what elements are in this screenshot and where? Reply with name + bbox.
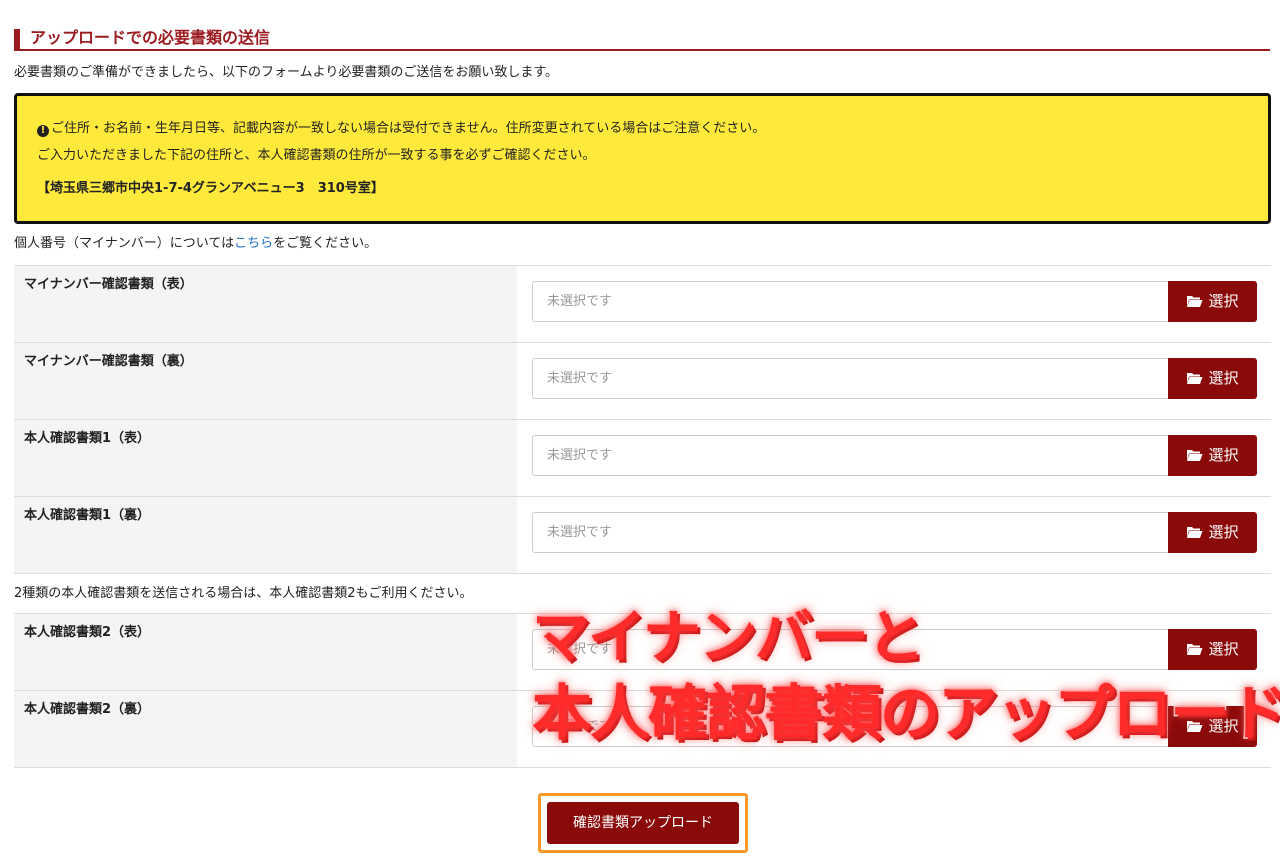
folder-open-icon [1186,295,1203,307]
mynumber-note-suffix: をご覧ください。 [273,236,378,251]
file-select-button[interactable]: 選択 [1168,281,1257,322]
upload-table-primary: マイナンバー確認書類（表） 未選択です 選択 マイナンバー確認書類（裏） 未選択です 選択… [14,265,1271,574]
notice-line-1: ! ご住所・お名前・生年月日等、記載内容が一致しない場合は受付できません。住所変更… [37,120,765,138]
file-name-field[interactable]: 未選択です [532,706,1169,747]
notice-address: 【埼玉県三郷市中央1-7-4グランアベニュー3 310号室】 [37,181,384,196]
file-name-field[interactable]: 未選択です [532,358,1169,399]
notice-box: ! ご住所・お名前・生年月日等、記載内容が一致しない場合は受付できません。住所変更… [14,93,1271,224]
file-select-button-label: 選択 [1208,292,1239,310]
folder-open-icon [1186,526,1203,538]
file-select-button-label: 選択 [1208,446,1239,464]
intro-text: 必要書類のご準備ができましたら、以下のフォームより必要書類のご送信をお願い致しま… [14,65,559,80]
secondary-id-note: 2種類の本人確認書類を送信される場合は、本人確認書類2もご利用ください。 [14,586,473,601]
upload-row: 本人確認書類1（裏） 未選択です 選択 [14,497,1271,574]
file-name-placeholder: 未選択です [547,294,613,309]
mynumber-note: 個人番号（マイナンバー）についてはこちらをご覧ください。 [14,235,377,253]
file-name-field[interactable]: 未選択です [532,281,1169,322]
upload-row-label-cell: 本人確認書類2（表） [14,614,517,690]
file-name-placeholder: 未選択です [547,448,613,463]
upload-row-label-cell: 本人確認書類1（表） [14,420,517,496]
upload-row: 本人確認書類2（表） 未選択です 選択 [14,614,1271,691]
submit-highlight: 確認書類アップロード [538,793,748,853]
section-header-bar [14,29,20,49]
upload-row-label: 本人確認書類1（裏） [24,508,151,523]
upload-table-secondary: 本人確認書類2（表） 未選択です 選択 本人確認書類2（裏） 未選択です 選択 [14,613,1271,768]
file-select-button-label: 選択 [1208,369,1239,387]
file-select-button[interactable]: 選択 [1168,512,1257,553]
file-name-field[interactable]: 未選択です [532,512,1169,553]
folder-open-icon [1186,720,1203,732]
folder-open-icon [1186,449,1203,461]
file-name-placeholder: 未選択です [547,525,613,540]
file-name-field[interactable]: 未選択です [532,629,1169,670]
upload-row-label-cell: 本人確認書類2（裏） [14,691,517,767]
upload-row-label-cell: マイナンバー確認書類（裏） [14,343,517,419]
upload-row-label-cell: マイナンバー確認書類（表） [14,266,517,342]
file-select-button-label: 選択 [1208,523,1239,541]
file-name-placeholder: 未選択です [547,642,613,657]
mynumber-note-prefix: 個人番号（マイナンバー）については [14,236,235,251]
exclamation-circle-icon: ! [37,125,49,137]
upload-row: 本人確認書類1（表） 未選択です 選択 [14,420,1271,497]
section-title: アップロードでの必要書類の送信 [30,28,271,47]
notice-line-1-text: ご住所・お名前・生年月日等、記載内容が一致しない場合は受付できません。住所変更さ… [51,121,766,136]
file-select-button-label: 選択 [1208,640,1239,658]
upload-row: マイナンバー確認書類（表） 未選択です 選択 [14,266,1271,343]
upload-row-label: 本人確認書類2（表） [24,625,151,640]
file-name-placeholder: 未選択です [547,719,613,734]
mynumber-link[interactable]: こちら [234,236,273,251]
upload-row-label: マイナンバー確認書類（表） [24,277,193,292]
upload-row: 本人確認書類2（裏） 未選択です 選択 [14,691,1271,768]
file-select-button[interactable]: 選択 [1168,706,1257,747]
upload-row-label-cell: 本人確認書類1（裏） [14,497,517,573]
section-header: アップロードでの必要書類の送信 [14,27,1270,51]
file-name-field[interactable]: 未選択です [532,435,1169,476]
file-select-button[interactable]: 選択 [1168,358,1257,399]
file-name-placeholder: 未選択です [547,371,613,386]
notice-line-2: ご入力いただきました下記の住所と、本人確認書類の住所が一致する事を必ずご確認くだ… [37,148,596,163]
folder-open-icon [1186,643,1203,655]
file-select-button-label: 選択 [1208,717,1239,735]
upload-row-label: 本人確認書類1（表） [24,431,151,446]
folder-open-icon [1186,372,1203,384]
upload-submit-button[interactable]: 確認書類アップロード [547,802,739,844]
upload-row-label: 本人確認書類2（裏） [24,702,151,717]
upload-row-label: マイナンバー確認書類（裏） [24,354,193,369]
upload-row: マイナンバー確認書類（裏） 未選択です 選択 [14,343,1271,420]
file-select-button[interactable]: 選択 [1168,435,1257,476]
upload-page: アップロードでの必要書類の送信 必要書類のご準備ができましたら、以下のフォームよ… [0,0,1280,867]
file-select-button[interactable]: 選択 [1168,629,1257,670]
